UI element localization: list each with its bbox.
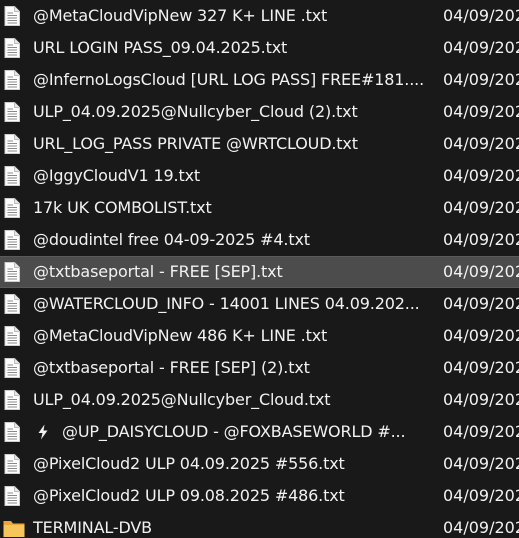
text-file-icon — [4, 134, 20, 154]
file-row[interactable]: @txtbaseportal - FREE [SEP].txt 04/09/202… — [0, 256, 519, 288]
text-file-icon — [4, 294, 20, 314]
file-row[interactable]: @txtbaseportal - FREE [SEP] (2).txt 04/09… — [0, 352, 519, 384]
date-modified: 04/09/2025 — [443, 326, 519, 345]
file-row[interactable]: ULP_04.09.2025@Nullcyber_Cloud.txt 04/09/… — [0, 384, 519, 416]
date-modified: 04/09/2025 — [443, 230, 519, 249]
text-file-icon — [4, 6, 20, 26]
file-name: @txtbaseportal - FREE [SEP].txt — [33, 262, 283, 281]
text-file-icon — [4, 454, 20, 474]
date-modified: 04/09/2025 — [443, 70, 519, 89]
file-row[interactable]: @UP_DAISYCLOUD - @FOXBASEWORLD #... 04/09… — [0, 416, 519, 448]
file-name: @UP_DAISYCLOUD - @FOXBASEWORLD #... — [62, 422, 406, 441]
file-row[interactable]: @InfernoLogsCloud [URL LOG PASS] FREE#18… — [0, 64, 519, 96]
text-file-icon — [4, 390, 20, 410]
date-modified: 04/09/2025 — [443, 6, 519, 25]
file-name: @WATERCLOUD_INFO - 14001 LINES 04.09.202… — [33, 294, 420, 313]
text-file-icon — [4, 230, 20, 250]
file-row[interactable]: @MetaCloudVipNew 486 K+ LINE .txt 04/09/2… — [0, 320, 519, 352]
file-list: @MetaCloudVipNew 327 K+ LINE .txt 04/09/2… — [0, 0, 519, 538]
text-file-icon — [4, 422, 20, 442]
file-name: @IggyCloudV1 19.txt — [33, 166, 201, 185]
file-row[interactable]: 17k UK COMBOLIST.txt 04/09/2025 — [0, 192, 519, 224]
file-name: URL LOGIN PASS_09.04.2025.txt — [33, 38, 288, 57]
file-name: URL_LOG_PASS PRIVATE @WRTCLOUD.txt — [33, 134, 358, 153]
file-name: 17k UK COMBOLIST.txt — [33, 198, 212, 217]
folder-row[interactable]: TERMINAL-DVB 04/09/2025 — [0, 512, 519, 538]
text-file-icon — [4, 358, 20, 378]
folder-icon — [3, 518, 25, 538]
file-row[interactable]: URL LOGIN PASS_09.04.2025.txt 04/09/2025 — [0, 32, 519, 64]
file-row[interactable]: @IggyCloudV1 19.txt 04/09/2025 — [0, 160, 519, 192]
file-name: @PixelCloud2 ULP 09.08.2025 #486.txt — [33, 486, 345, 505]
file-name: ULP_04.09.2025@Nullcyber_Cloud.txt — [33, 390, 331, 409]
file-name: @InfernoLogsCloud [URL LOG PASS] FREE#18… — [33, 70, 423, 89]
text-file-icon — [4, 38, 20, 58]
file-name: @PixelCloud2 ULP 04.09.2025 #556.txt — [33, 454, 345, 473]
file-row[interactable]: @MetaCloudVipNew 327 K+ LINE .txt 04/09/2… — [0, 0, 519, 32]
date-modified: 04/09/2025 — [443, 166, 519, 185]
file-name: @MetaCloudVipNew 327 K+ LINE .txt — [33, 6, 328, 25]
file-row[interactable]: URL_LOG_PASS PRIVATE @WRTCLOUD.txt 04/09/… — [0, 128, 519, 160]
text-file-icon — [4, 166, 20, 186]
date-modified: 04/09/2025 — [443, 518, 519, 537]
date-modified: 04/09/2025 — [443, 102, 519, 121]
date-modified: 04/09/2025 — [443, 198, 519, 217]
file-row[interactable]: @PixelCloud2 ULP 04.09.2025 #556.txt 04/0… — [0, 448, 519, 480]
date-modified: 04/09/2025 — [443, 486, 519, 505]
lightning-bolt-icon — [37, 424, 49, 440]
date-modified: 04/09/2025 — [443, 390, 519, 409]
date-modified: 04/09/2025 — [443, 294, 519, 313]
date-modified: 04/09/2025 — [443, 134, 519, 153]
file-row[interactable]: @WATERCLOUD_INFO - 14001 LINES 04.09.202… — [0, 288, 519, 320]
date-modified: 04/09/2025 — [443, 454, 519, 473]
date-modified: 04/09/2025 — [443, 358, 519, 377]
file-name: @txtbaseportal - FREE [SEP] (2).txt — [33, 358, 310, 377]
text-file-icon — [4, 198, 20, 218]
text-file-icon — [4, 70, 20, 90]
text-file-icon — [4, 326, 20, 346]
file-row[interactable]: ULP_04.09.2025@Nullcyber_Cloud (2).txt 04… — [0, 96, 519, 128]
file-row[interactable]: @doudintel free 04-09-2025 #4.txt 04/09/2… — [0, 224, 519, 256]
date-modified: 04/09/2025 — [443, 262, 519, 281]
file-name: TERMINAL-DVB — [33, 518, 153, 537]
text-file-icon — [4, 486, 20, 506]
text-file-icon — [4, 102, 20, 122]
text-file-icon — [4, 262, 20, 282]
file-row[interactable]: @PixelCloud2 ULP 09.08.2025 #486.txt 04/0… — [0, 480, 519, 512]
date-modified: 04/09/2025 — [443, 38, 519, 57]
file-name: @MetaCloudVipNew 486 K+ LINE .txt — [33, 326, 328, 345]
file-name: @doudintel free 04-09-2025 #4.txt — [33, 230, 310, 249]
date-modified: 04/09/2025 — [443, 422, 519, 441]
file-name: ULP_04.09.2025@Nullcyber_Cloud (2).txt — [33, 102, 358, 121]
